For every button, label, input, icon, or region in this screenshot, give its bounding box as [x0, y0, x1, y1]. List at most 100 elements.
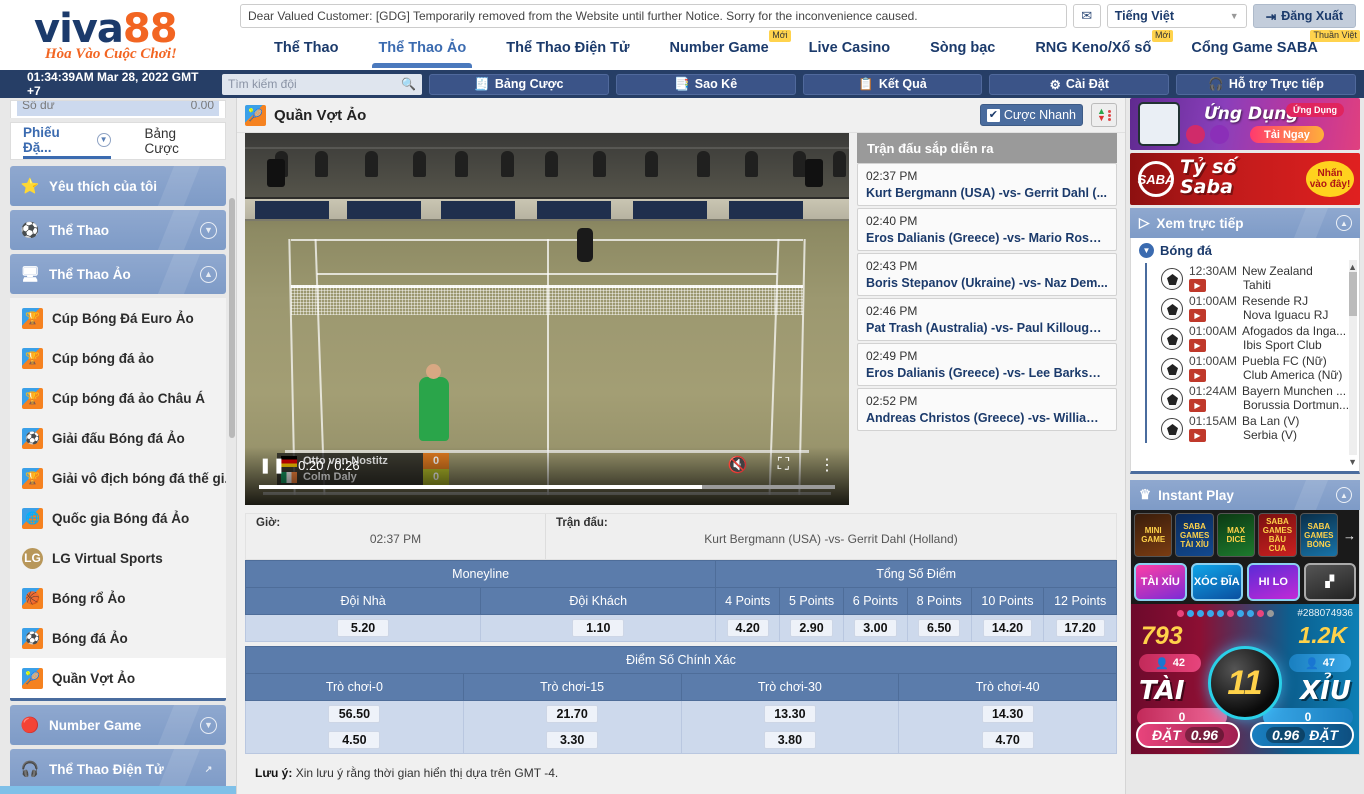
- play-icon[interactable]: ▶: [1189, 308, 1206, 322]
- list-item[interactable]: 02:43 PM Boris Stepanov (Ukraine) -vs- N…: [857, 253, 1117, 296]
- live-support-button[interactable]: 🎧 Hỗ trợ Trực tiếp: [1176, 73, 1356, 95]
- envelope-icon[interactable]: ✉: [1072, 4, 1101, 28]
- game-button-tai-xiu[interactable]: TÀI XỈU: [1134, 563, 1187, 601]
- odd-button[interactable]: 21.70: [546, 705, 599, 723]
- sidebar-scrollbar[interactable]: [229, 198, 235, 438]
- volume-muted-icon[interactable]: 🔇: [728, 455, 748, 475]
- quick-bet-toggle[interactable]: ✔ Cược Nhanh: [979, 104, 1083, 126]
- odd-button[interactable]: 56.50: [328, 705, 381, 723]
- odd-button[interactable]: 4.70: [981, 731, 1034, 749]
- search-input[interactable]: [228, 77, 402, 91]
- game-button-xoc-dia[interactable]: XÓC ĐĨA: [1190, 563, 1243, 601]
- list-item[interactable]: 02:49 PM Eros Dalianis (Greece) -vs- Lee…: [857, 343, 1117, 386]
- odd-button[interactable]: 14.20: [982, 619, 1033, 637]
- sidebar-item-virtual-tennis[interactable]: 🎾 Quần Vợt Ảo: [10, 658, 226, 698]
- sidebar-item-virtual-league[interactable]: ⚽ Giải đấu Bóng đá Ảo: [10, 418, 226, 458]
- game-tile-mini-game[interactable]: MINI GAME: [1134, 513, 1173, 557]
- sidebar-item-virtual-basketball[interactable]: 🏀 Bóng rổ Ảo: [10, 578, 226, 618]
- brand-logo[interactable]: viva88 Hòa Vào Cuộc Chơi!: [0, 0, 236, 70]
- odd-button[interactable]: 13.30: [763, 705, 816, 723]
- pause-icon[interactable]: ❚❚: [259, 456, 286, 474]
- play-icon[interactable]: ▶: [1189, 338, 1206, 352]
- nav-the-thao[interactable]: Thể Thao: [254, 28, 358, 68]
- odd-button[interactable]: 4.50: [328, 731, 381, 749]
- nav-the-thao-ao[interactable]: Thể Thao Ảo: [358, 28, 486, 68]
- checkbox-checked-icon[interactable]: ✔: [986, 108, 1000, 122]
- odd-button[interactable]: 4.20: [726, 619, 769, 637]
- chevron-down-icon[interactable]: ▼: [96, 132, 111, 147]
- nav-number-game[interactable]: Number Game Mới: [650, 28, 791, 68]
- all-games-icon[interactable]: ▞: [1303, 563, 1356, 601]
- bet-tai-button[interactable]: ĐẶT 0.96: [1136, 722, 1240, 748]
- sidebar-item-favorites[interactable]: ⭐ Yêu thích của tôi: [10, 166, 226, 206]
- chevron-down-icon[interactable]: ▼: [200, 221, 217, 239]
- promo-app-cta[interactable]: Tải Ngay: [1250, 126, 1324, 143]
- game-tile-max-dice[interactable]: MAX DICE: [1216, 513, 1256, 557]
- odd-button[interactable]: 5.20: [337, 619, 390, 637]
- list-item[interactable]: 02:37 PM Kurt Bergmann (USA) -vs- Gerrit…: [857, 163, 1117, 206]
- sidebar-item-world-cup[interactable]: 🏆 Giải vô địch bóng đá thế gi...: [10, 458, 226, 498]
- sidebar-group-virtual-sports[interactable]: 🖥 Thể Thao Ảo ▲: [10, 254, 226, 294]
- play-icon[interactable]: ▶: [1189, 368, 1206, 382]
- odd-button[interactable]: 6.50: [918, 619, 961, 637]
- odd-button[interactable]: 3.80: [763, 731, 816, 749]
- livestream-category[interactable]: ▼ Bóng đá: [1131, 238, 1359, 263]
- results-button[interactable]: 📋 Kết Quả: [802, 73, 983, 95]
- saba-cta-badge[interactable]: Nhấn vào đây!: [1306, 161, 1354, 197]
- play-icon[interactable]: ▶: [1189, 398, 1206, 412]
- video-progress-bar[interactable]: [259, 485, 835, 489]
- tab-bettable[interactable]: Bảng Cược: [145, 126, 213, 156]
- chevron-up-icon[interactable]: ▲: [1336, 215, 1352, 231]
- apple-icon[interactable]: [1186, 125, 1205, 144]
- odd-button[interactable]: 2.90: [790, 619, 833, 637]
- promo-app-banner[interactable]: Ứng Dụng Ứng Dụng Tải Ngay: [1130, 98, 1360, 150]
- game-tile-tai-xiu[interactable]: SABA GAMES TÀI XỈU: [1175, 513, 1214, 557]
- language-select[interactable]: Tiếng Việt ▼: [1106, 4, 1247, 28]
- search-box[interactable]: 🔍: [222, 73, 422, 95]
- odd-button[interactable]: 14.30: [981, 705, 1034, 723]
- odd-button[interactable]: 17.20: [1055, 619, 1105, 637]
- sidebar-item-euro-cup[interactable]: 🏆 Cúp Bóng Đá Euro Ảo: [10, 298, 226, 338]
- sidebar-group-esports[interactable]: 🎧 Thể Thao Điện Tử ↗: [10, 749, 226, 789]
- nav-rng-keno[interactable]: RNG Keno/Xổ số Mới: [1015, 28, 1174, 68]
- sidebar-item-virtual-football-cup[interactable]: 🏆 Cúp bóng đá ảo: [10, 338, 226, 378]
- play-icon[interactable]: ▶: [1189, 428, 1206, 442]
- list-item[interactable]: 02:46 PM Pat Trash (Australia) -vs- Paul…: [857, 298, 1117, 341]
- sidebar-group-number-game[interactable]: 🔴 Number Game ▼: [10, 705, 226, 745]
- odd-button[interactable]: 3.30: [546, 731, 599, 749]
- scroll-down-icon[interactable]: ▼: [1348, 457, 1357, 467]
- nav-song-bac[interactable]: Sòng bạc: [910, 28, 1015, 68]
- promo-saba-banner[interactable]: SABA Tỷ số Saba Nhấn vào đây!: [1130, 153, 1360, 205]
- search-icon[interactable]: 🔍: [401, 77, 416, 91]
- list-item[interactable]: 12:30AM New Zealand ▶ Tahiti: [1145, 263, 1359, 293]
- odd-button[interactable]: 3.00: [854, 619, 897, 637]
- game-button-hilo[interactable]: HI LO: [1247, 563, 1300, 601]
- nav-the-thao-dien-tu[interactable]: Thể Thao Điện Tử: [486, 28, 649, 68]
- chevron-up-icon[interactable]: ▲: [200, 265, 217, 283]
- list-item[interactable]: 01:00AM Afogados da Inga... ▶ Ibis Sport C…: [1145, 323, 1359, 353]
- chevron-down-icon[interactable]: ▼: [200, 716, 217, 734]
- game-tile-bong[interactable]: SABA GAMES BÓNG: [1299, 513, 1339, 557]
- list-item[interactable]: 01:00AM Resende RJ ▶ Nova Iguacu RJ: [1145, 293, 1359, 323]
- list-item[interactable]: 02:40 PM Eros Dalianis (Greece) -vs- Mar…: [857, 208, 1117, 251]
- video-player[interactable]: Otto von Nostitz 0 Colm Daly 0 ❚❚ 0:20 /…: [245, 133, 849, 505]
- tab-betslip[interactable]: Phiếu Đặ... ▼: [23, 123, 111, 159]
- sidebar-item-lg-virtual-sports[interactable]: LG LG Virtual Sports: [10, 538, 226, 578]
- list-item[interactable]: 01:24AM Bayern Munchen ... ▶ Borussia Dort…: [1145, 383, 1359, 413]
- list-item[interactable]: 01:15AM Ba Lan (V) ▶ Serbia (V): [1145, 413, 1359, 443]
- sidebar-group-sports[interactable]: ⚽ Thể Thao ▼: [10, 210, 226, 250]
- android-icon[interactable]: [1210, 125, 1229, 144]
- nav-live-casino[interactable]: Live Casino: [789, 28, 910, 68]
- fullscreen-icon[interactable]: ⛶: [778, 456, 789, 474]
- play-icon[interactable]: ▶: [1189, 278, 1206, 292]
- livestream-scrollbar[interactable]: [1349, 260, 1357, 455]
- list-item[interactable]: 02:52 PM Andreas Christos (Greece) -vs- …: [857, 388, 1117, 431]
- settings-button[interactable]: ⚙ Cài Đặt: [989, 73, 1170, 95]
- logout-button[interactable]: ⇥ Đăng Xuất: [1252, 4, 1356, 28]
- nav-saba-game[interactable]: Cổng Game SABA Thuần Việt: [1171, 28, 1360, 68]
- odd-button[interactable]: 1.10: [572, 619, 625, 637]
- bet-list-button[interactable]: 🧾 Bảng Cược: [429, 73, 609, 95]
- instant-play-header[interactable]: ♛ Instant Play ▲: [1130, 480, 1360, 510]
- sidebar-item-asian-cup[interactable]: 🏆 Cúp bóng đá ảo Châu Á: [10, 378, 226, 418]
- external-link-icon[interactable]: ↗: [200, 761, 217, 778]
